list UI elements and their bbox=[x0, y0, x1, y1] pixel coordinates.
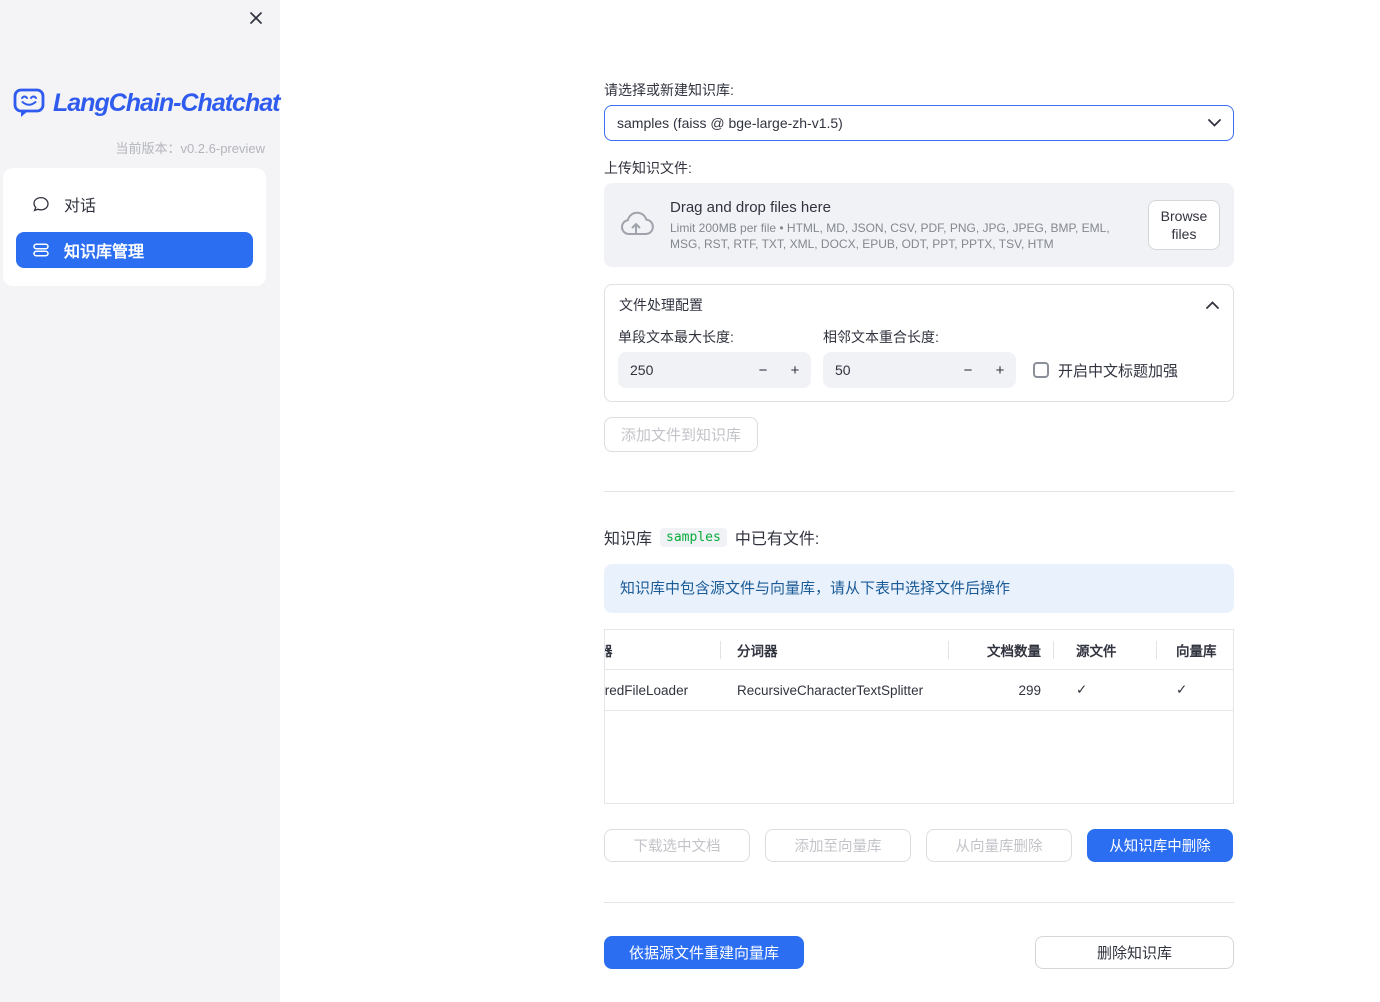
chunk-size-field: 单段文本最大长度: 250 − + bbox=[618, 329, 811, 388]
dropzone-title: Drag and drop files here bbox=[670, 198, 831, 216]
rebuild-vector-store-button[interactable]: 依据源文件重建向量库 bbox=[604, 936, 804, 969]
table-header: 文档加载器 分词器 文档数量 源文件 向量库 bbox=[605, 630, 1233, 670]
add-files-to-kb-button[interactable]: 添加文件到知识库 bbox=[604, 417, 759, 452]
overlap-label: 相邻文本重合长度: bbox=[823, 329, 939, 345]
table-actions: 下载选中文档 添加至向量库 从向量库删除 从知识库中删除 bbox=[604, 829, 1234, 862]
chunk-size-decrement-button[interactable]: − bbox=[747, 352, 779, 388]
overlap-increment-button[interactable]: + bbox=[984, 352, 1016, 388]
overlap-field: 相邻文本重合长度: 50 − + bbox=[823, 329, 1016, 388]
dropzone-text: Drag and drop files here Limit 200MB per… bbox=[670, 199, 1132, 252]
zh-title-checkbox[interactable]: 开启中文标题加强 bbox=[1033, 352, 1178, 388]
table-row[interactable]: UnstructuredFileLoader RecursiveCharacte… bbox=[605, 670, 1233, 711]
sidebar-item-kb-management[interactable]: 知识库管理 bbox=[16, 232, 253, 268]
sidebar: LangChain-Chatchat 当前版本：v0.2.6-preview 对… bbox=[0, 0, 280, 1002]
kb-files-table: 文档加载器 分词器 文档数量 源文件 向量库 UnstructuredFileL… bbox=[604, 629, 1234, 804]
app-logo: LangChain-Chatchat bbox=[12, 86, 280, 120]
delete-kb-button[interactable]: 删除知识库 bbox=[1035, 936, 1234, 969]
kb-files-heading: 知识库 samples 中已有文件: bbox=[604, 525, 1234, 549]
delete-from-kb-button[interactable]: 从知识库中删除 bbox=[1087, 829, 1233, 862]
chunk-size-increment-button[interactable]: + bbox=[779, 352, 811, 388]
file-dropzone[interactable]: Drag and drop files here Limit 200MB per… bbox=[604, 183, 1234, 267]
kb-files-suffix: 中已有文件: bbox=[734, 531, 820, 548]
overlap-value: 50 bbox=[835, 362, 851, 378]
version-label: 当前版本：v0.2.6-preview bbox=[115, 141, 265, 156]
divider bbox=[604, 902, 1234, 903]
cell-vector-store-check: ✓ bbox=[1176, 682, 1188, 697]
app-window: LangChain-Chatchat 当前版本：v0.2.6-preview 对… bbox=[0, 0, 1380, 1002]
download-selected-button[interactable]: 下载选中文档 bbox=[604, 829, 750, 862]
divider bbox=[604, 491, 1234, 492]
app-logo-text: LangChain-Chatchat bbox=[53, 88, 280, 117]
sidebar-item-chat[interactable]: 对话 bbox=[16, 186, 253, 222]
column-header-vector-store[interactable]: 向量库 bbox=[1156, 640, 1233, 660]
sidebar-item-label: 知识库管理 bbox=[64, 244, 145, 261]
column-header-splitter[interactable]: 分词器 bbox=[720, 640, 948, 660]
sidebar-menu: 对话 知识库管理 bbox=[3, 168, 266, 286]
cell-source-file-check: ✓ bbox=[1076, 682, 1088, 697]
kb-select[interactable]: samples (faiss @ bge-large-zh-v1.5) bbox=[604, 105, 1234, 141]
cell-doc-count: 299 bbox=[1018, 682, 1041, 698]
main-content: 请选择或新建知识库: samples (faiss @ bge-large-zh… bbox=[604, 82, 1234, 969]
chat-bubble-icon bbox=[33, 196, 49, 212]
expander-title: 文件处理配置 bbox=[619, 297, 703, 313]
chunk-size-value: 250 bbox=[630, 362, 654, 378]
expander-header[interactable]: 文件处理配置 bbox=[605, 285, 1233, 325]
dropzone-limit: Limit 200MB per file • HTML, MD, JSON, C… bbox=[670, 220, 1110, 251]
kb-select-label: 请选择或新建知识库: bbox=[604, 82, 734, 98]
upload-cloud-icon bbox=[620, 211, 654, 236]
chevron-up-icon bbox=[1206, 301, 1219, 309]
column-header-source-file[interactable]: 源文件 bbox=[1053, 640, 1156, 660]
expander-body: 单段文本最大长度: 250 − + 相邻文本重合长度: 50 − + 开启中文标… bbox=[605, 325, 1233, 401]
overlap-decrement-button[interactable]: − bbox=[952, 352, 984, 388]
browse-files-button[interactable]: Browse files bbox=[1148, 200, 1220, 250]
kb-files-prefix: 知识库 bbox=[604, 531, 653, 548]
file-config-expander: 文件处理配置 单段文本最大长度: 250 − + 相邻文本重合长度: 50 − … bbox=[604, 284, 1234, 402]
sidebar-item-label: 对话 bbox=[64, 198, 97, 215]
chevron-down-icon bbox=[1208, 119, 1221, 127]
overlap-input[interactable]: 50 − + bbox=[823, 352, 1016, 388]
delete-from-vector-button[interactable]: 从向量库删除 bbox=[926, 829, 1072, 862]
stack-icon bbox=[33, 243, 49, 257]
kb-name-code: samples bbox=[660, 527, 727, 547]
checkbox-box[interactable] bbox=[1033, 362, 1049, 378]
add-to-vector-button[interactable]: 添加至向量库 bbox=[765, 829, 911, 862]
cell-splitter: RecursiveCharacterTextSplitter bbox=[737, 682, 924, 698]
column-header-doc-count[interactable]: 文档数量 bbox=[948, 640, 1053, 660]
cell-loader: UnstructuredFileLoader bbox=[605, 682, 689, 698]
close-icon bbox=[250, 12, 262, 24]
chunk-size-input[interactable]: 250 − + bbox=[618, 352, 811, 388]
zh-title-label: 开启中文标题加强 bbox=[1058, 362, 1179, 380]
column-header-loader[interactable]: 文档加载器 bbox=[605, 640, 720, 660]
kb-bottom-actions: 依据源文件重建向量库 删除知识库 bbox=[604, 936, 1234, 969]
upload-label: 上传知识文件: bbox=[604, 160, 692, 176]
kb-select-value: samples (faiss @ bge-large-zh-v1.5) bbox=[617, 115, 843, 131]
info-banner: 知识库中包含源文件与向量库，请从下表中选择文件后操作 bbox=[604, 564, 1234, 613]
close-sidebar-button[interactable] bbox=[244, 6, 268, 30]
chunk-size-label: 单段文本最大长度: bbox=[618, 329, 734, 345]
chat-smiley-logo-icon bbox=[13, 88, 45, 117]
